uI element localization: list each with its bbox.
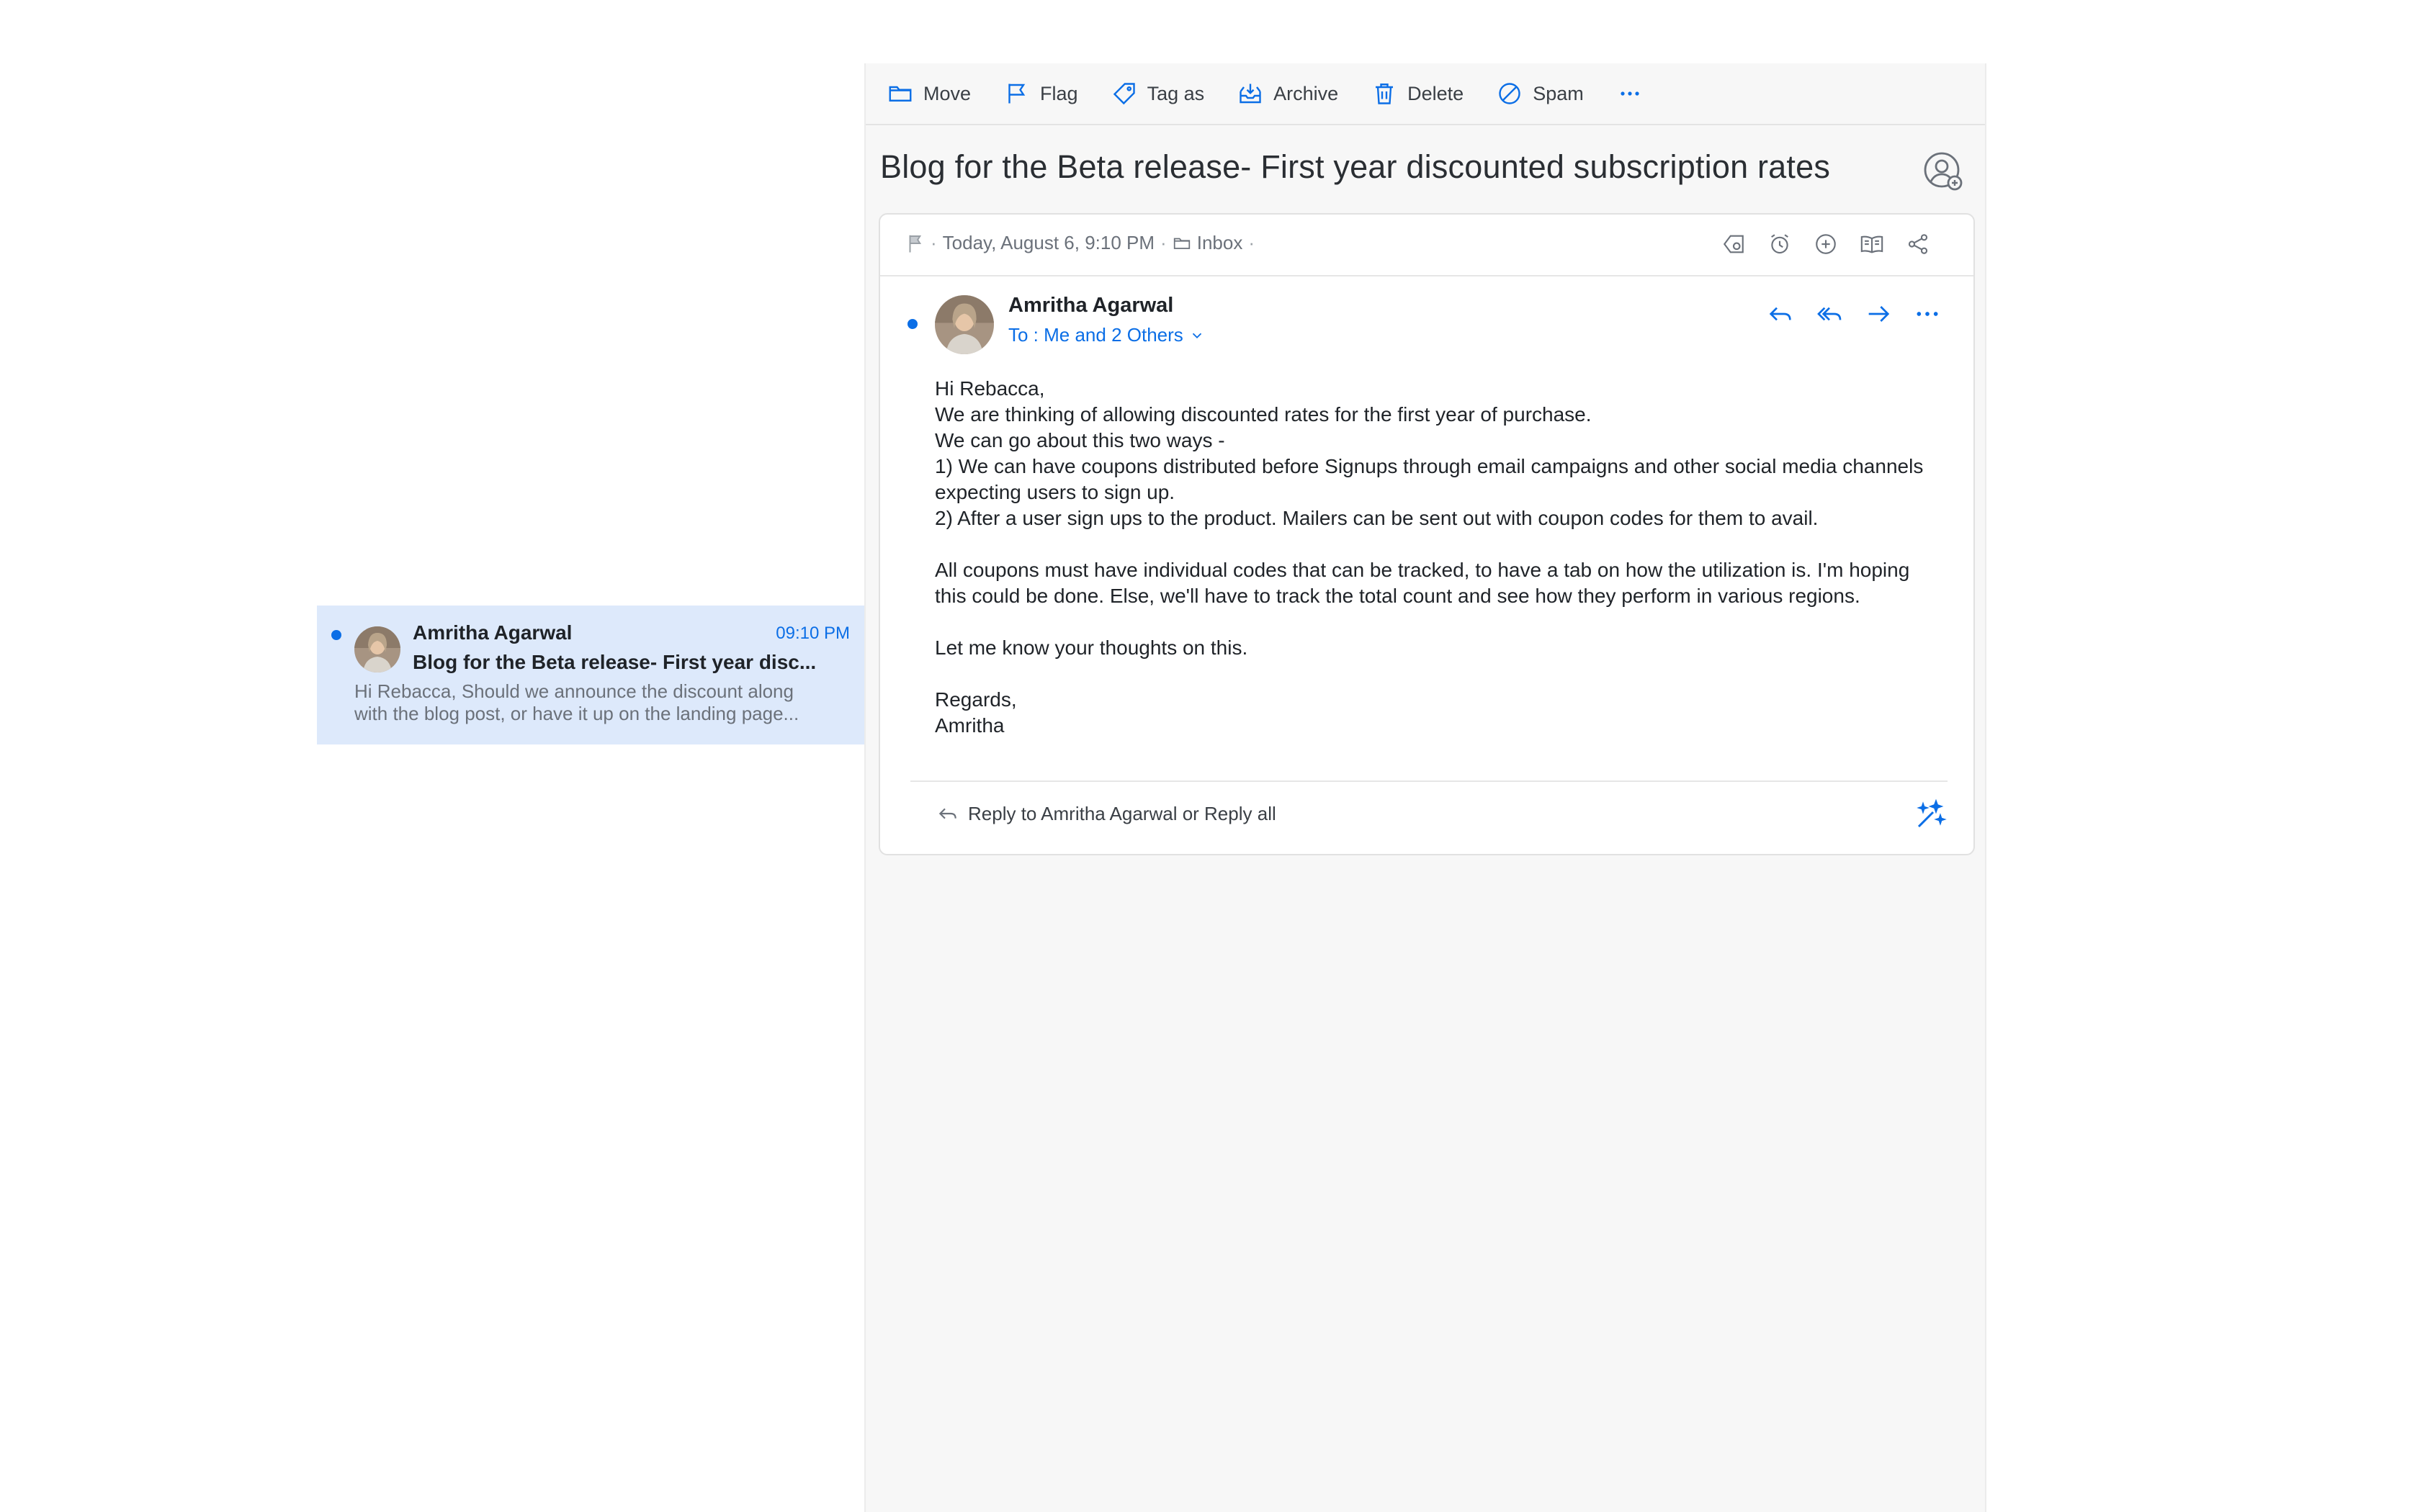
- body-line: We are thinking of allowing discounted r…: [935, 403, 1592, 426]
- delete-button[interactable]: Delete: [1371, 81, 1464, 107]
- sender-avatar: [935, 295, 994, 354]
- tag-label: Tag as: [1147, 82, 1205, 104]
- avatar: [354, 626, 400, 672]
- alarm-icon[interactable]: [1767, 232, 1792, 256]
- magic-wand-icon[interactable]: [1913, 798, 1948, 832]
- move-label: Move: [923, 82, 972, 104]
- list-item[interactable]: Amritha Agarwal 09:10 PM Blog for the Be…: [317, 606, 864, 744]
- quick-reply-label: Reply to Amritha Agarwal or Reply all: [968, 802, 1276, 824]
- folder-icon: [887, 81, 923, 107]
- meta-info: · Today, August 6, 9:10 PM · Inbox ·: [906, 232, 1260, 254]
- reply-icon[interactable]: [1766, 300, 1795, 328]
- message-toolbar: Move Flag Tag as Archive Delete Spam: [866, 63, 1985, 125]
- delete-label: Delete: [1407, 82, 1464, 104]
- spam-icon: [1497, 81, 1533, 107]
- message-folder: Inbox: [1196, 232, 1243, 253]
- label-icon[interactable]: [1721, 232, 1746, 256]
- reply-all-icon[interactable]: [1815, 300, 1844, 328]
- unread-dot: [331, 630, 341, 640]
- add-icon[interactable]: [1814, 232, 1838, 256]
- forward-icon[interactable]: [1864, 300, 1893, 328]
- message-actions: [1746, 300, 1942, 328]
- unread-dot: [908, 319, 918, 329]
- reply-small-icon: [936, 802, 968, 825]
- folder-small-icon: [1173, 233, 1191, 254]
- spam-label: Spam: [1533, 82, 1584, 104]
- archive-icon: [1237, 81, 1273, 107]
- reading-pane: Move Flag Tag as Archive Delete Spam Blo…: [864, 63, 1986, 1512]
- recipients-label: To : Me and 2 Others: [1008, 324, 1183, 346]
- avatar-image: [935, 295, 994, 354]
- meta-sep: ·: [1160, 232, 1167, 253]
- flag-small-icon[interactable]: [906, 233, 925, 254]
- message-more-icon[interactable]: [1913, 300, 1942, 328]
- flag-label: Flag: [1040, 82, 1078, 104]
- more-icon: [1617, 81, 1643, 107]
- body-line: 1) We can have coupons distributed befor…: [935, 455, 1924, 503]
- chevron-down-icon: [1183, 328, 1205, 343]
- message-card: · Today, August 6, 9:10 PM · Inbox · Amr…: [879, 213, 1975, 855]
- list-item-subject: Blog for the Beta release- First year di…: [413, 651, 817, 673]
- reader-icon[interactable]: [1860, 232, 1884, 256]
- message-date: Today, August 6, 9:10 PM: [942, 232, 1155, 253]
- body-line: Amritha: [935, 714, 1005, 737]
- body-line: All coupons must have individual codes t…: [935, 559, 1910, 607]
- message-meta: · Today, August 6, 9:10 PM · Inbox ·: [880, 215, 1973, 276]
- body-line: Hi Rebacca,: [935, 377, 1045, 400]
- body-line: We can go about this two ways -: [935, 429, 1225, 451]
- avatar-image: [354, 626, 400, 672]
- tag-icon: [1111, 81, 1147, 107]
- recipients-dropdown[interactable]: To : Me and 2 Others: [1008, 324, 1205, 346]
- contact-icon[interactable]: [1923, 151, 1963, 192]
- message-sender: Amritha Agarwal: [1008, 294, 1174, 317]
- message-title: Blog for the Beta release- First year di…: [880, 148, 1831, 185]
- message-body: Hi Rebacca, We are thinking of allowing …: [935, 376, 1943, 739]
- quick-reply-bar: Reply to Amritha Agarwal or Reply all: [910, 780, 1948, 848]
- archive-label: Archive: [1273, 82, 1339, 104]
- list-item-time: 09:10 PM: [776, 624, 850, 643]
- meta-actions: [1700, 232, 1930, 256]
- archive-button[interactable]: Archive: [1237, 81, 1338, 107]
- move-button[interactable]: Move: [887, 81, 971, 107]
- trash-icon: [1371, 81, 1407, 107]
- list-item-sender: Amritha Agarwal: [413, 621, 573, 644]
- meta-sep: ·: [1248, 232, 1255, 253]
- tag-button[interactable]: Tag as: [1111, 81, 1205, 107]
- body-line: 2) After a user sign ups to the product.…: [935, 507, 1819, 529]
- list-item-preview: Hi Rebacca, Should we announce the disco…: [354, 680, 799, 724]
- flag-icon: [1004, 81, 1040, 107]
- meta-sep: ·: [931, 232, 937, 253]
- body-line: Let me know your thoughts on this.: [935, 636, 1248, 659]
- share-icon[interactable]: [1906, 232, 1930, 256]
- more-actions-button[interactable]: [1617, 81, 1643, 107]
- flag-button[interactable]: Flag: [1004, 81, 1078, 107]
- quick-reply-link[interactable]: Reply to Amritha Agarwal or Reply all: [936, 802, 1276, 825]
- spam-button[interactable]: Spam: [1497, 81, 1584, 107]
- body-line: Regards,: [935, 688, 1017, 711]
